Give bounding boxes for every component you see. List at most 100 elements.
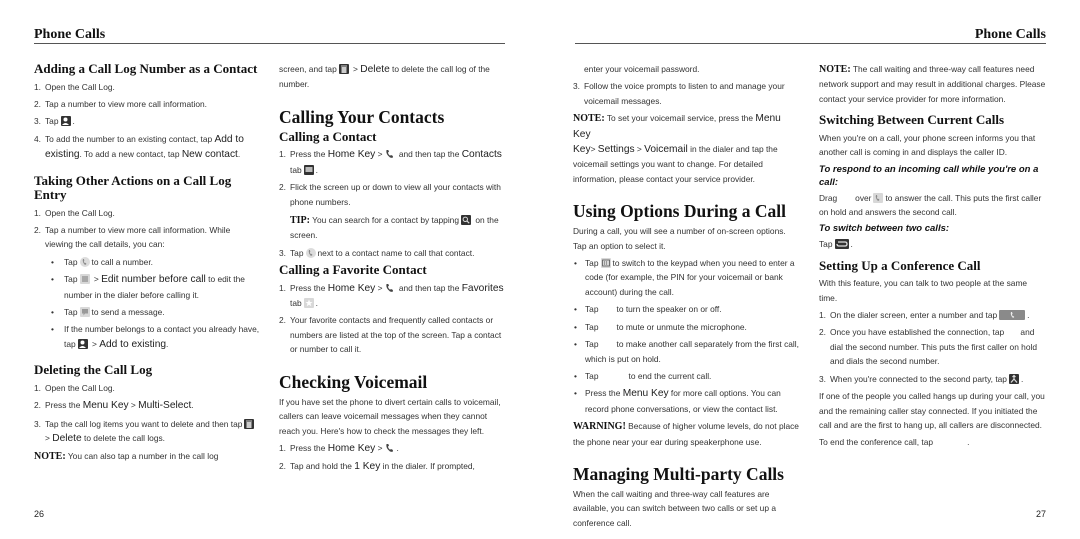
- warning-speakerphone: WARNING! Because of higher volume levels…: [573, 421, 799, 447]
- heading-calling-a-contact: Calling a Contact: [279, 128, 377, 144]
- list-item: 2. Tap a number to view more call informa…: [34, 98, 207, 109]
- respond-instructions: Drag over to answer the call. This puts th…: [819, 192, 1042, 217]
- list-item: • Press the Menu Key for more call option…: [574, 388, 781, 414]
- adding-steps: 1. Open the Call Log. 2. Tap a number to v…: [34, 80, 260, 163]
- subheading-switch-two-calls: To switch between two calls:: [819, 223, 950, 235]
- menu-icon: [79, 274, 90, 285]
- heading-deleting-call-log: Deleting the Call Log: [34, 362, 153, 378]
- list-item: 2. Your favorite contacts and frequently …: [279, 315, 502, 355]
- phone-icon: [873, 192, 884, 203]
- list-item: 1. Open the Call Log.: [34, 207, 115, 218]
- heading-calling-favorite-contact: Calling a Favorite Contact: [279, 262, 427, 278]
- add-contact-icon: [77, 338, 88, 349]
- keypad-icon: [600, 258, 611, 269]
- note-voicemail: NOTE: To set your voicemail service, pre…: [573, 113, 781, 184]
- favorite-steps: 1. Press the Home Key > and then tap the …: [279, 281, 505, 357]
- phone-handset-icon: [385, 443, 395, 453]
- page-number-left: 26: [34, 509, 45, 519]
- heading-calling-your-contacts: Calling Your Contacts: [279, 106, 445, 127]
- answer-slider-icon: [839, 193, 853, 203]
- column-2: screen, and tap > Delete to delete the c…: [279, 62, 505, 478]
- message-icon: [79, 306, 90, 317]
- add-call-icon: [601, 339, 615, 349]
- end-conference: To end the conference call, tap.: [819, 437, 970, 448]
- voicemail-steps: 1. Press the Home Key >. 2. Tap and hold t…: [279, 441, 505, 475]
- star-icon: [303, 298, 314, 309]
- switch-instructions: Tap.: [819, 239, 853, 250]
- options-bullets: • Tap to switch to the keypad when you nee…: [573, 256, 801, 416]
- list-item: 2. Tap and hold the 1 Key in the dialer. …: [279, 461, 475, 473]
- list-item: 1. Press the Home Key > and then tap the …: [279, 149, 502, 175]
- list-item: • Tap to send a message.: [51, 306, 165, 317]
- phone-icon: [79, 256, 90, 267]
- list-item: 1. Open the Call Log.: [34, 382, 115, 393]
- page-26: Phone Calls Adding a Call Log Number as …: [0, 0, 540, 539]
- list-item: 1. Open the Call Log.: [34, 81, 115, 92]
- conference-intro: With this feature, you can talk to two p…: [819, 278, 1028, 303]
- running-head-right: Phone Calls: [974, 27, 1046, 42]
- list-item: • Tap to turn the speaker on or off.: [574, 304, 722, 315]
- list-item: 3. When you're connected to the second pa…: [819, 373, 1024, 384]
- note-delete: NOTE: You can also tap a number in the c…: [34, 451, 219, 463]
- end-call-icon: [935, 437, 965, 447]
- tip: TIP: You can search for a contact by tap…: [290, 214, 499, 241]
- list-item: • Tap to end the current call.: [574, 370, 712, 381]
- heading-adding-call-log-number: Adding a Call Log Number as a Contact: [34, 61, 258, 76]
- heading-managing-multiparty: Managing Multi-party Calls: [573, 463, 784, 484]
- swap-calls-icon: [834, 239, 849, 250]
- list-item: • Tap to mute or unmute the microphone.: [574, 321, 747, 332]
- end-call-icon: [601, 371, 627, 381]
- list-item: 2. Once you have established the connecti…: [819, 327, 1040, 367]
- list-item: 2. Tap a number to view more call informa…: [34, 223, 260, 352]
- heading-conference-call: Setting Up a Conference Call: [819, 257, 981, 273]
- voicemail-continued: enter your voicemail password.: [584, 64, 700, 74]
- heading-checking-voicemail: Checking Voicemail: [279, 371, 428, 392]
- add-contact-icon: [60, 116, 71, 127]
- conference-steps: 1. On the dialer screen, enter a number a…: [819, 308, 1047, 386]
- speaker-icon: [601, 304, 615, 314]
- phone-icon: [305, 247, 316, 258]
- list-item: 4. To add the number to an existing conta…: [34, 133, 244, 161]
- list-item: 1. Press the Home Key >.: [279, 442, 399, 454]
- contacts-tab-icon: [303, 164, 314, 175]
- voicemail-steps-cont: 3. Follow the voice prompts to listen to …: [573, 79, 801, 108]
- heading-switching-calls: Switching Between Current Calls: [819, 112, 1005, 128]
- list-item: • Tap to call a number.: [51, 256, 153, 267]
- switching-intro: When you're on a call, your phone screen…: [819, 132, 1036, 158]
- heading-taking-other-actions: Taking Other Actions on a Call Log Entry: [34, 172, 232, 203]
- search-icon: [461, 214, 471, 225]
- column-1: Adding a Call Log Number as a Contact 1.…: [34, 61, 260, 468]
- mute-icon: [601, 322, 615, 332]
- list-item: 2. Flick the screen up or down to view al…: [279, 180, 505, 243]
- calling-contact-steps: 1. Press the Home Key > and then tap the …: [279, 147, 505, 260]
- column-3: enter your voicemail password. 3. Follow …: [573, 62, 801, 533]
- list-item: 1. Press the Home Key > and then tap the …: [279, 282, 504, 309]
- list-item: • Tap to make another call separately from…: [574, 339, 799, 364]
- running-head-left: Phone Calls: [34, 27, 106, 42]
- continued-note: screen, and tap > Delete to delete the c…: [279, 64, 490, 90]
- merge-calls-icon: [1008, 373, 1019, 384]
- note-network: NOTE: The call waiting and three-way cal…: [819, 64, 1046, 104]
- conference-paragraph: If one of the people you called hangs up…: [819, 391, 1045, 430]
- list-item: • If the number belongs to a contact you …: [51, 324, 260, 350]
- column-4: NOTE: The call waiting and three-way cal…: [819, 62, 1047, 453]
- subheading-respond-incoming: To respond to an incoming call while you…: [819, 163, 1039, 188]
- phone-handset-icon: [385, 283, 395, 293]
- options-intro: During a call, you will see a number of …: [573, 226, 786, 251]
- page-number-right: 27: [1035, 509, 1046, 519]
- list-item: 3. Tap next to a contact name to call that…: [279, 247, 475, 258]
- deleting-steps: 1. Open the Call Log. 2. Press the Menu Ke…: [34, 381, 260, 447]
- phone-handset-icon: [385, 149, 395, 159]
- header-rule-right: [575, 43, 1046, 44]
- list-item: 3. Tap the call log items you want to del…: [34, 417, 260, 447]
- trash-icon: [244, 418, 255, 429]
- header-rule-left: [34, 43, 505, 44]
- taking-bullets: • Tap to call a number. • Tap > Edit number…: [45, 255, 260, 352]
- taking-steps: 1. Open the Call Log. 2. Tap a number to v…: [34, 206, 260, 353]
- call-button-icon: [999, 310, 1026, 321]
- voicemail-intro: If you have set the phone to divert cert…: [279, 396, 501, 436]
- list-item: 1. On the dialer screen, enter a number a…: [819, 310, 1030, 321]
- list-item: • Tap to switch to the keypad when you nee…: [574, 258, 795, 297]
- list-item: • Tap > Edit number before call to edit t…: [51, 274, 245, 300]
- multiparty-intro: When the call waiting and three-way call…: [573, 488, 776, 528]
